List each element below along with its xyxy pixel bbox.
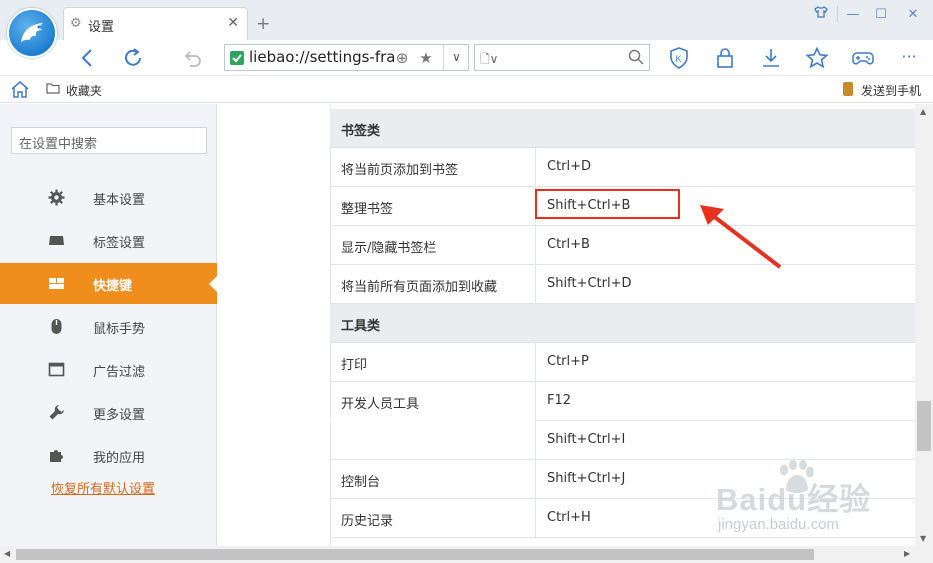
- new-tab-button[interactable]: +: [256, 14, 270, 34]
- table-row[interactable]: 打印 Ctrl+P: [330, 343, 915, 382]
- title-bar: ⚙ 设置 ✕ + — ☐ ✕: [0, 0, 933, 40]
- bookmarks-bar: 收藏夹 发送到手机: [0, 76, 933, 103]
- sidebar-item-tabs[interactable]: 标签设置: [0, 220, 217, 261]
- sidebar-item-label: 广告过滤: [93, 365, 146, 380]
- scroll-right-icon[interactable]: ▶: [904, 549, 910, 558]
- shortcut-keys[interactable]: Shift+Ctrl+I: [536, 421, 915, 460]
- sidebar-item-shortcuts[interactable]: 快捷键: [0, 263, 217, 304]
- table-row[interactable]: 将当前所有页面添加到收藏 Shift+Ctrl+D: [330, 265, 915, 304]
- tab-title: 设置: [88, 20, 115, 35]
- toolbar: liebao://settings-fra ⊕ ★ ∨ 🗋∨ K ···: [0, 40, 933, 76]
- sidebar-item-label: 鼠标手势: [93, 322, 146, 337]
- scroll-down-icon[interactable]: ▼: [920, 534, 926, 543]
- puzzle-icon: [48, 447, 65, 464]
- chevron-down-icon[interactable]: ∨: [443, 45, 469, 70]
- maximize-icon[interactable]: ☐: [866, 3, 896, 27]
- section-header: 工具类: [330, 304, 915, 343]
- shortcut-action: 打印: [330, 343, 536, 382]
- scroll-up-icon[interactable]: ▲: [920, 107, 926, 116]
- sidebar-item-label: 基本设置: [93, 193, 146, 208]
- sidebar-item-ad-filter[interactable]: 广告过滤: [0, 349, 217, 390]
- section-header: 书签类: [330, 109, 915, 148]
- send-to-phone-button[interactable]: 发送到手机: [861, 82, 921, 99]
- secure-icon: [230, 51, 244, 65]
- shortcut-action: 控制台: [330, 460, 536, 499]
- tab-settings[interactable]: ⚙ 设置 ✕: [63, 7, 248, 40]
- shield-icon[interactable]: K: [667, 46, 691, 70]
- star-icon[interactable]: ★: [417, 49, 435, 67]
- page-icon[interactable]: 🗋∨: [480, 50, 498, 71]
- shortcuts-content: 书签类 将当前页添加到书签 Ctrl+D 整理书签 Shift+Ctrl+B 显…: [218, 104, 915, 546]
- gear-icon: ⚙: [70, 16, 82, 31]
- url-text[interactable]: liebao://settings-fra: [249, 48, 397, 66]
- scroll-thumb[interactable]: [917, 401, 931, 451]
- table-row[interactable]: 开发人员工具 F12: [330, 382, 915, 421]
- annotation-arrow-icon: [700, 205, 782, 269]
- vertical-scrollbar[interactable]: ▲ ▼: [915, 104, 933, 546]
- restore-defaults-link[interactable]: 恢复所有默认设置: [51, 478, 155, 497]
- settings-search-input[interactable]: 在设置中搜索: [11, 127, 207, 154]
- sidebar-item-label: 更多设置: [93, 408, 146, 423]
- phone-icon: [843, 82, 853, 96]
- sidebar-item-more-settings[interactable]: 更多设置: [0, 392, 217, 433]
- refresh-icon[interactable]: [121, 46, 145, 70]
- close-icon[interactable]: ✕: [898, 3, 928, 27]
- download-icon[interactable]: [759, 46, 783, 70]
- bookmarks-folder[interactable]: 收藏夹: [66, 82, 102, 99]
- extension-icon[interactable]: ⊕: [393, 49, 411, 67]
- shortcut-action: 开发人员工具: [330, 382, 536, 421]
- scroll-thumb[interactable]: [16, 549, 814, 560]
- shortcut-keys[interactable]: Ctrl+P: [536, 343, 915, 382]
- search-icon[interactable]: [628, 49, 644, 65]
- home-icon[interactable]: [10, 80, 30, 102]
- address-bar[interactable]: liebao://settings-fra ⊕ ★ ∨: [224, 44, 469, 71]
- more-icon[interactable]: ···: [897, 46, 921, 70]
- baidu-watermark: Baidu经验 jingyan.baidu.com: [716, 460, 896, 544]
- table-row[interactable]: Shift+Ctrl+I: [330, 421, 915, 460]
- browser-logo[interactable]: [7, 8, 57, 58]
- table-row[interactable]: 显示/隐藏书签栏 Ctrl+B: [330, 226, 915, 265]
- window-icon: [48, 361, 65, 378]
- sidebar-item-basic[interactable]: 基本设置: [0, 177, 217, 218]
- gear-icon: [48, 189, 65, 206]
- shortcut-keys[interactable]: F12: [536, 382, 915, 421]
- shortcut-action: 将当前所有页面添加到收藏: [330, 265, 536, 304]
- mouse-icon: [48, 318, 65, 335]
- horizontal-scrollbar[interactable]: ◀ ▶: [0, 546, 933, 563]
- sidebar-item-label: 快捷键: [93, 279, 133, 294]
- gamepad-icon[interactable]: [851, 46, 875, 70]
- shortcut-action: [330, 421, 536, 460]
- table-row[interactable]: 将当前页添加到书签 Ctrl+D: [330, 148, 915, 187]
- minimize-icon[interactable]: —: [838, 3, 868, 27]
- lock-icon[interactable]: [713, 46, 737, 70]
- watermark-text: Baidu经验: [716, 482, 872, 517]
- shortcut-keys[interactable]: Ctrl+D: [536, 148, 915, 187]
- keyboard-icon: [48, 275, 65, 292]
- settings-sidebar: 在设置中搜索 基本设置 标签设置 快捷键 鼠标手势 广告过滤 更多设置 我的应用…: [0, 104, 217, 546]
- sidebar-item-my-apps[interactable]: 我的应用: [0, 435, 217, 476]
- scroll-left-icon[interactable]: ◀: [4, 549, 10, 558]
- favorite-icon[interactable]: [805, 46, 829, 70]
- shortcut-action: 整理书签: [330, 187, 536, 226]
- close-tab-icon[interactable]: ✕: [227, 15, 239, 31]
- folder-icon[interactable]: [46, 82, 60, 98]
- back-icon[interactable]: [76, 46, 100, 70]
- undo-icon[interactable]: [181, 46, 205, 70]
- highlight-box: [535, 189, 680, 219]
- skin-icon[interactable]: [806, 3, 836, 27]
- search-input[interactable]: 🗋∨: [474, 44, 650, 71]
- svg-text:K: K: [676, 54, 682, 64]
- watermark-url: jingyan.baidu.com: [718, 516, 839, 533]
- tab-icon: [48, 232, 65, 249]
- shortcut-action: 将当前页添加到书签: [330, 148, 536, 187]
- wrench-icon: [48, 404, 65, 421]
- shortcut-action: 显示/隐藏书签栏: [330, 226, 536, 265]
- shortcut-action: 历史记录: [330, 499, 536, 538]
- sidebar-item-label: 标签设置: [93, 236, 146, 251]
- sidebar-item-mouse-gestures[interactable]: 鼠标手势: [0, 306, 217, 347]
- sidebar-item-label: 我的应用: [93, 451, 146, 466]
